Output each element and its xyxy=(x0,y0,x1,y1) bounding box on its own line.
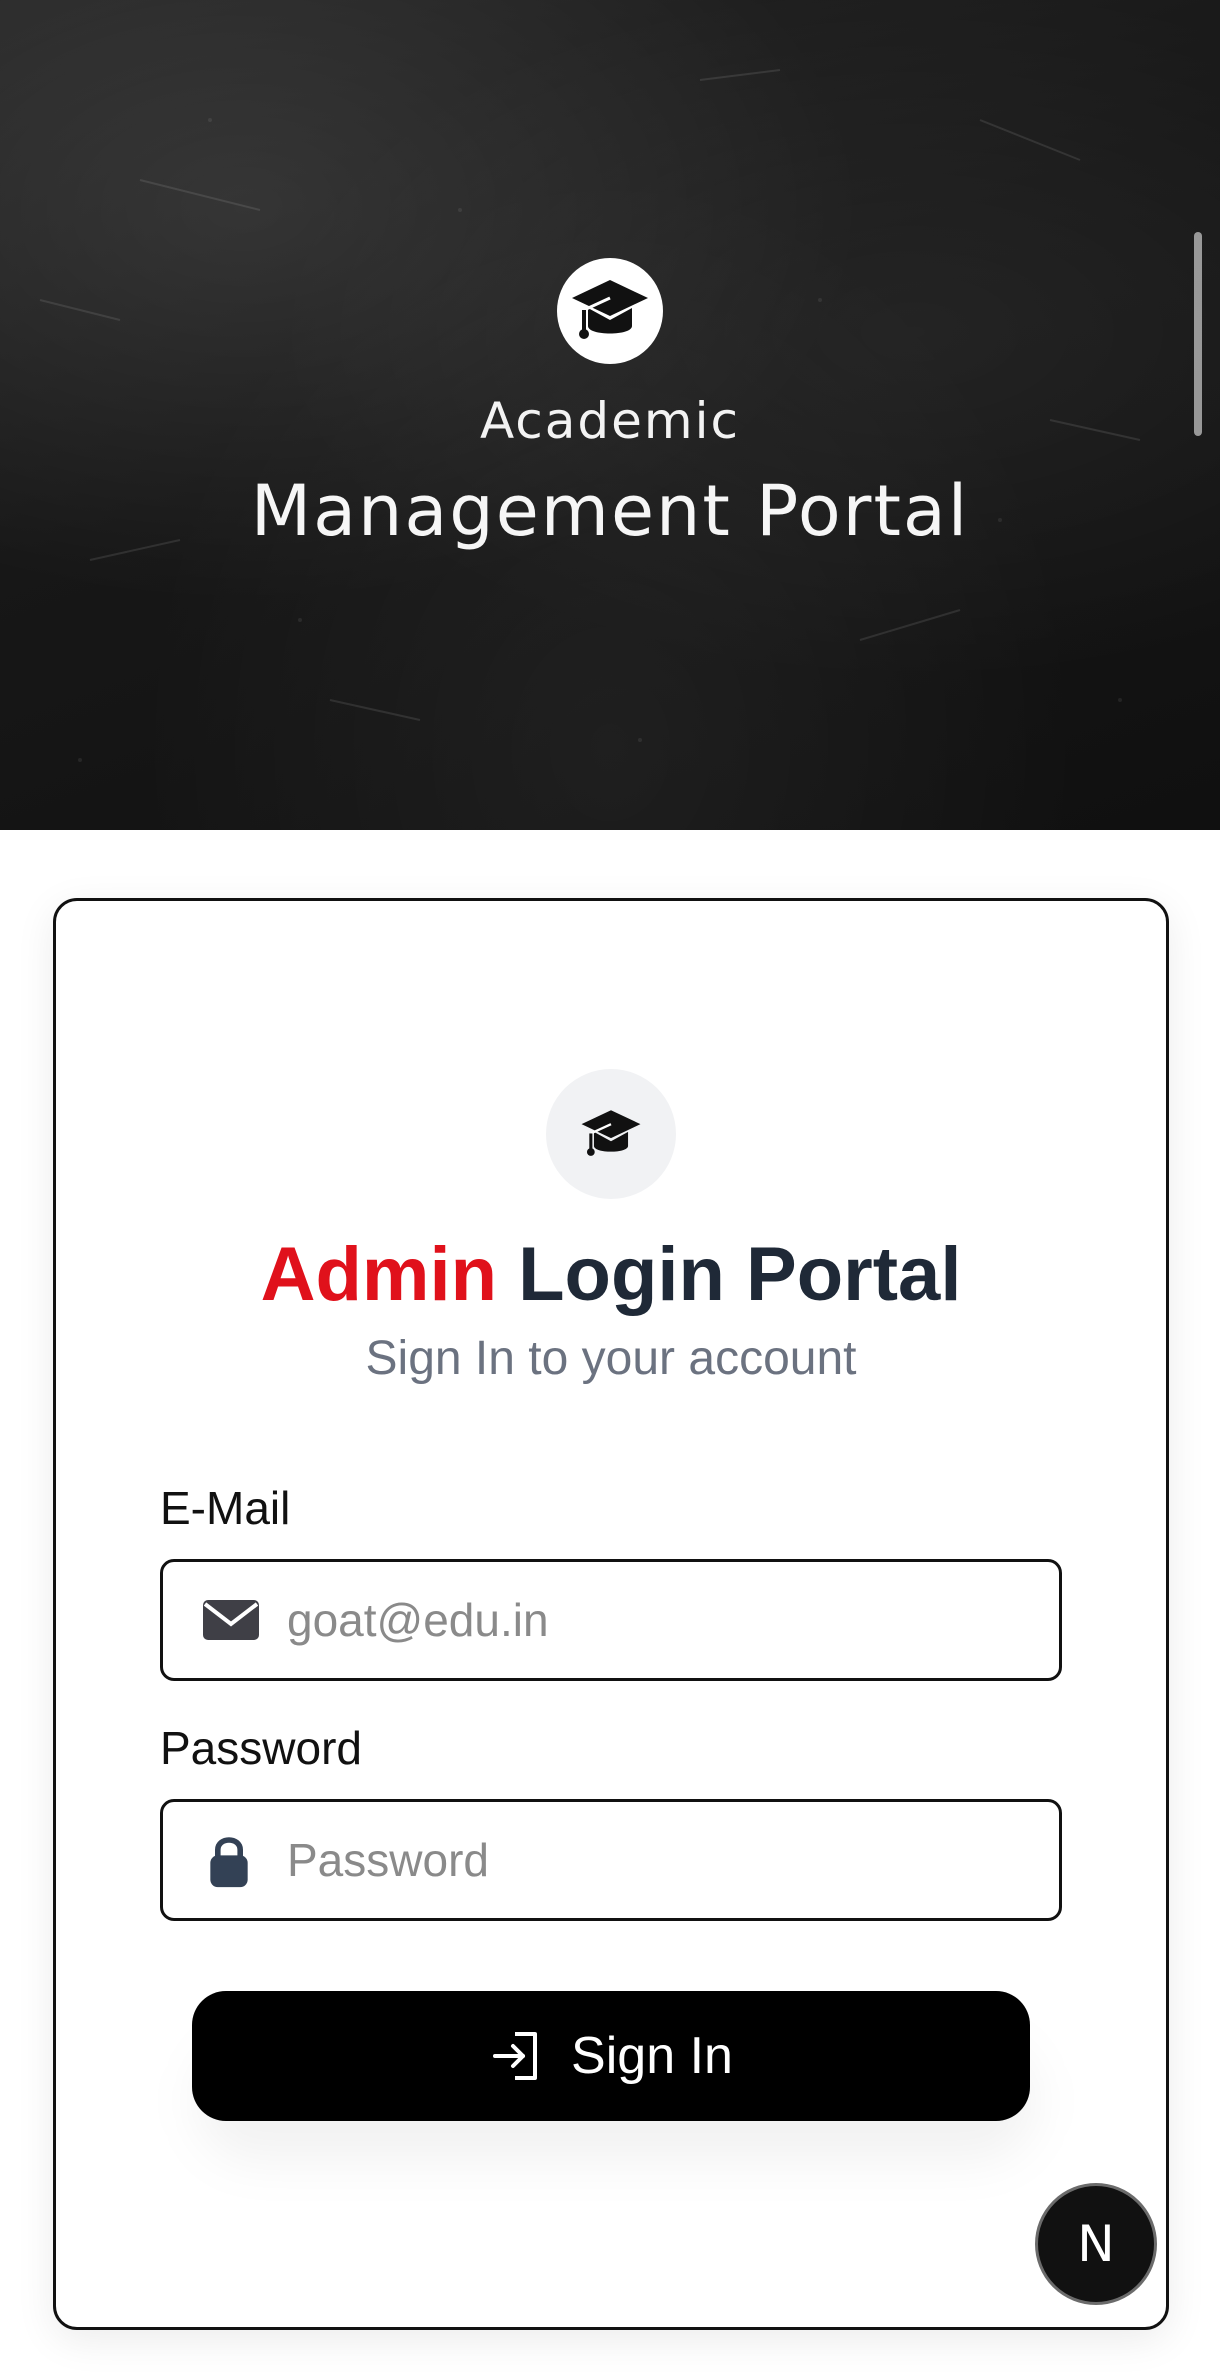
email-field-box[interactable] xyxy=(160,1559,1062,1681)
card-logo xyxy=(546,1069,676,1199)
email-field[interactable] xyxy=(287,1562,1027,1678)
page-subtitle: Sign In to your account xyxy=(365,1332,857,1385)
hero-banner: Academic Management Portal xyxy=(0,0,1220,830)
email-label: E-Mail xyxy=(160,1482,291,1534)
sign-in-content: Sign In xyxy=(192,1991,1030,2121)
graduation-cap-icon xyxy=(572,280,648,339)
title-rest: Login Portal xyxy=(518,1232,962,1317)
password-label: Password xyxy=(160,1722,362,1774)
envelope-icon xyxy=(203,1600,259,1640)
title-highlight: Admin xyxy=(260,1232,497,1317)
graduation-cap-icon xyxy=(581,1110,641,1156)
password-field-box[interactable] xyxy=(160,1799,1062,1921)
password-field[interactable] xyxy=(287,1802,1027,1918)
login-card: Admin Login Portal Sign In to your accou… xyxy=(53,898,1169,2330)
page-title: Admin Login Portal xyxy=(56,1231,1166,1318)
scrollbar-thumb[interactable] xyxy=(1194,232,1202,436)
sign-in-icon xyxy=(493,2032,538,2080)
sign-in-button[interactable]: Sign In xyxy=(192,1991,1030,2121)
sign-in-label: Sign In xyxy=(571,2027,733,2085)
hero-logo xyxy=(557,258,663,364)
hero-kicker: Academic xyxy=(479,392,741,450)
login-page: Academic Management Portal Admin Login P… xyxy=(0,0,1220,2375)
fab-letter: N xyxy=(1077,2215,1115,2273)
dev-tools-fab[interactable]: N xyxy=(1035,2183,1157,2305)
lock-icon xyxy=(210,1837,248,1888)
hero-title: Management Portal xyxy=(250,470,970,552)
